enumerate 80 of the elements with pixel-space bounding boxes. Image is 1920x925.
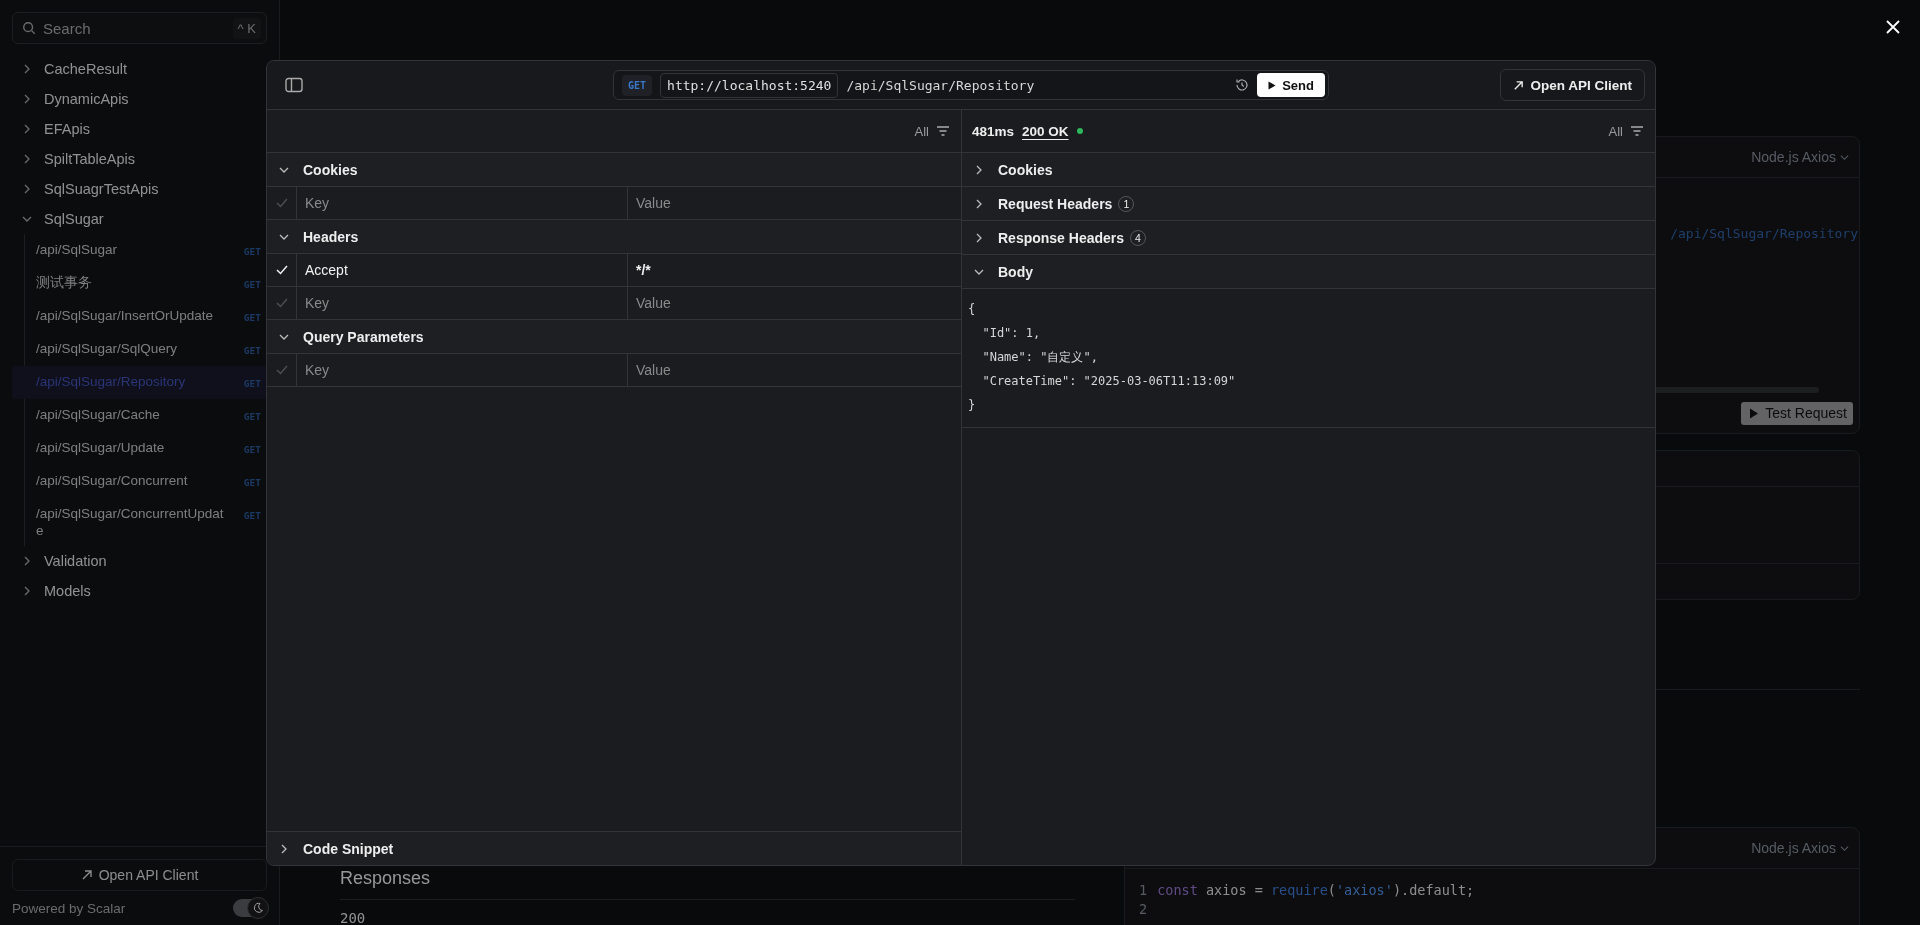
sidebar-item[interactable]: /api/SqlSugar/InsertOrUpdate GET bbox=[12, 300, 267, 333]
value-field[interactable]: Value bbox=[628, 354, 961, 386]
sidebar-item[interactable]: /api/SqlSugar/Concurrent GET bbox=[12, 465, 267, 498]
filter-icon[interactable] bbox=[937, 126, 949, 136]
responses-heading: Responses bbox=[340, 868, 1075, 900]
sidebar-item[interactable]: /api/SqlSugar/ConcurrentUpdate GET bbox=[12, 498, 267, 546]
chevron-icon bbox=[22, 556, 32, 566]
play-icon bbox=[1268, 80, 1277, 90]
filter-icon[interactable] bbox=[1631, 126, 1643, 136]
code-line: const axios = require('axios').default; bbox=[1157, 881, 1475, 900]
code-line: } bbox=[968, 397, 976, 414]
chevron-down-icon bbox=[1840, 152, 1849, 162]
code-text: /api/SqlSugar/Repository bbox=[1670, 226, 1858, 241]
test-request-button[interactable]: Test Request bbox=[1741, 401, 1853, 425]
moon-icon bbox=[252, 902, 264, 914]
chevron-icon bbox=[974, 232, 984, 243]
sidebar-group[interactable]: EFApis bbox=[12, 114, 267, 144]
sidebar-group[interactable]: SqlSugar bbox=[12, 204, 267, 234]
filter-button[interactable]: All bbox=[914, 123, 929, 139]
key-field[interactable]: Key bbox=[297, 354, 628, 386]
sidebar-item[interactable]: /api/SqlSugar GET bbox=[12, 234, 267, 267]
arrow-up-right-icon bbox=[1513, 79, 1525, 91]
sidebar-group[interactable]: SqlSuagrTestApis bbox=[12, 174, 267, 204]
search-icon bbox=[22, 21, 36, 35]
check-icon bbox=[275, 198, 288, 208]
chevron-icon bbox=[974, 164, 984, 175]
sidebar-item[interactable]: /api/SqlSugar/SqlQuery GET bbox=[12, 333, 267, 366]
method-label[interactable]: GET bbox=[622, 74, 653, 96]
status-dot bbox=[1076, 128, 1083, 134]
chevron-down-icon bbox=[1840, 843, 1849, 853]
line-number: 1 bbox=[1139, 881, 1148, 900]
chevron-icon bbox=[22, 94, 32, 104]
value-field[interactable]: */* bbox=[628, 254, 961, 286]
check-icon bbox=[275, 265, 288, 275]
key-field[interactable]: Key bbox=[297, 287, 628, 319]
chevron-icon bbox=[22, 64, 32, 74]
arrow-up-right-icon bbox=[80, 869, 93, 881]
chevron-icon bbox=[22, 184, 32, 194]
code-line: "CreateTime": "2025-03-06T11:13:09" bbox=[981, 373, 1236, 390]
key-field[interactable]: Accept bbox=[297, 254, 628, 286]
chevron-icon bbox=[22, 154, 32, 164]
sidebar-group[interactable]: Models bbox=[12, 576, 267, 606]
code-line: "Id": 1, bbox=[981, 325, 1041, 342]
line-number: 2 bbox=[1139, 900, 1148, 919]
sidebar-group[interactable]: SpiltTableApis bbox=[12, 144, 267, 174]
check-icon bbox=[275, 365, 288, 375]
chevron-icon bbox=[22, 214, 32, 224]
chevron-icon bbox=[279, 843, 289, 854]
open-api-client-button[interactable]: Open API Client bbox=[12, 859, 267, 891]
history-icon[interactable] bbox=[1235, 78, 1250, 92]
chevron-icon bbox=[974, 198, 984, 209]
address-bar[interactable]: GET http://localhost:5240 /api/SqlSugar/Repository Send bbox=[613, 70, 1329, 100]
sidebar-group[interactable]: CacheResult bbox=[12, 54, 267, 84]
filter-button[interactable]: All bbox=[1608, 123, 1623, 139]
play-icon bbox=[1749, 407, 1760, 419]
sidebar-toggle-icon[interactable] bbox=[285, 77, 303, 93]
sidebar-item[interactable]: 测试事务 GET bbox=[12, 267, 267, 300]
base-url[interactable]: http://localhost:5240 bbox=[660, 72, 839, 98]
powered-by-text: Powered by Scalar bbox=[12, 900, 126, 916]
sidebar-item[interactable]: /api/SqlSugar/Cache GET bbox=[12, 399, 267, 432]
send-button[interactable]: Send bbox=[1257, 73, 1325, 97]
status-text[interactable]: 200 OK bbox=[1022, 123, 1069, 139]
open-api-client-button[interactable]: Open API Client bbox=[1500, 69, 1645, 101]
theme-toggle[interactable] bbox=[233, 899, 267, 917]
code-line: "Name": "自定义", bbox=[981, 349, 1098, 366]
status-code: 200 bbox=[340, 910, 367, 925]
check-icon bbox=[275, 298, 288, 308]
sidebar-group[interactable]: DynamicApis bbox=[12, 84, 267, 114]
section-header[interactable]: Code Snippet bbox=[267, 831, 961, 865]
value-field[interactable]: Value bbox=[628, 187, 961, 219]
code-line: { bbox=[968, 301, 976, 318]
sidebar-group[interactable]: Validation bbox=[12, 546, 267, 576]
chevron-icon bbox=[22, 124, 32, 134]
sidebar-item[interactable]: /api/SqlSugar/Update GET bbox=[12, 432, 267, 465]
keyboard-shortcut: ^ K bbox=[232, 18, 261, 39]
request-path[interactable]: /api/SqlSugar/Repository bbox=[846, 77, 1228, 93]
chevron-icon bbox=[22, 586, 32, 596]
key-field[interactable]: Key bbox=[297, 187, 628, 219]
response-time: 481ms bbox=[972, 123, 1015, 139]
value-field[interactable]: Value bbox=[628, 287, 961, 319]
